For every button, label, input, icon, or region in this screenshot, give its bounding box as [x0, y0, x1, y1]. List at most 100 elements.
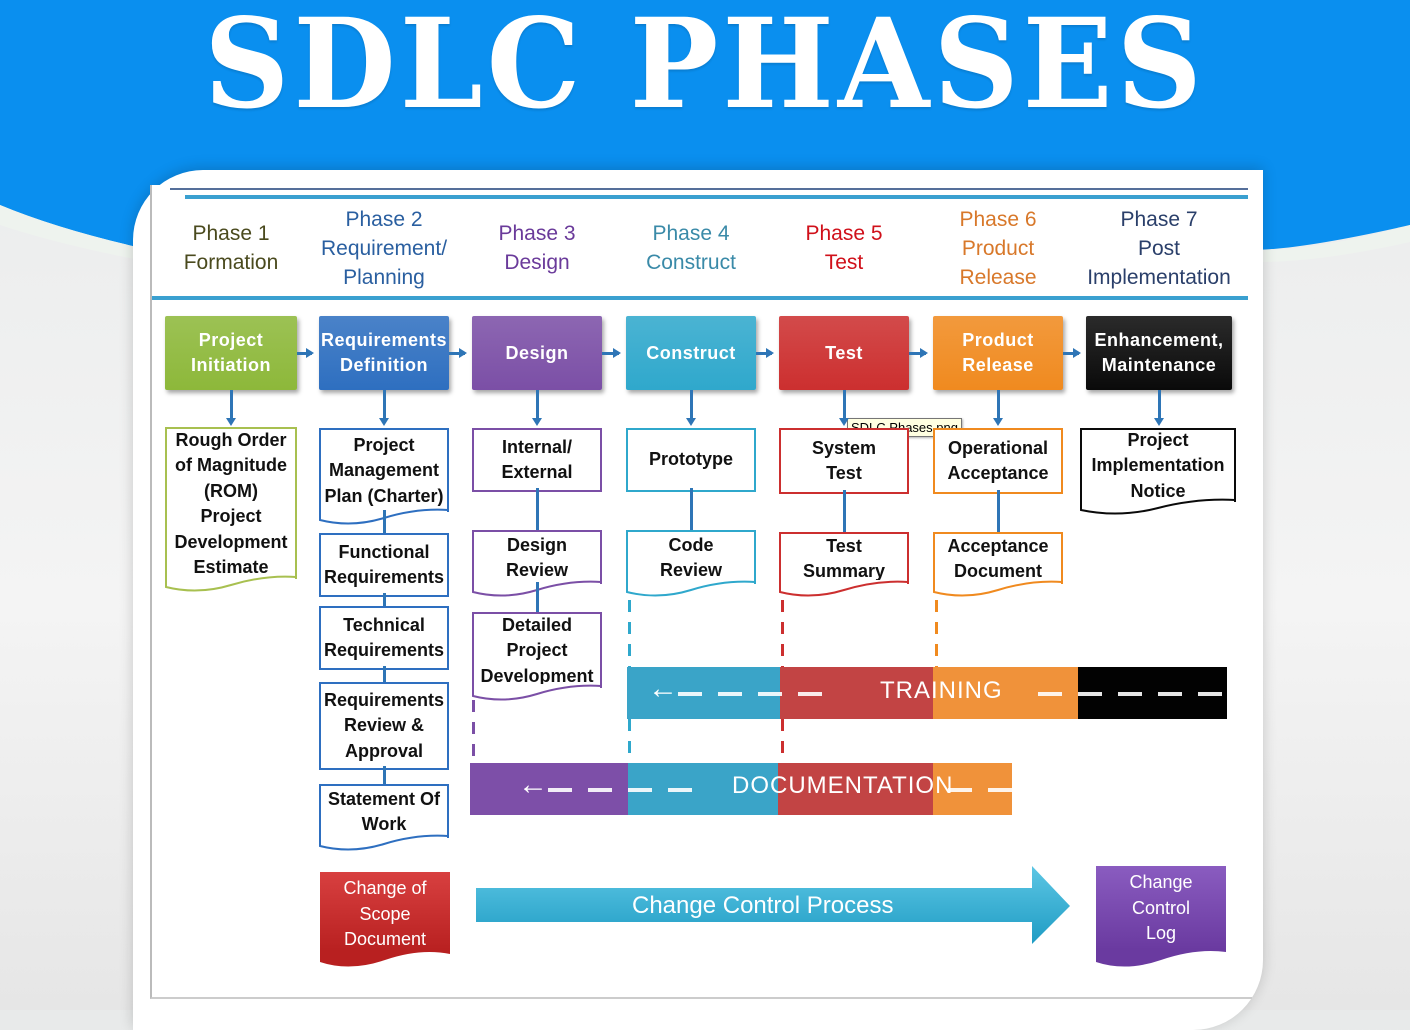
phase5-doc-connector-1 [843, 490, 846, 532]
doc-dashes-dash [588, 788, 612, 792]
doc-dashes-dash [548, 788, 572, 792]
phase4-deliverable-2-wave [626, 580, 756, 597]
phase7-deliverable-1[interactable]: Project Implementation Notice [1080, 428, 1236, 515]
phase7-deliverable-1-label: Project Implementation Notice [1091, 429, 1225, 501]
phase2-doc-connector-3 [383, 666, 386, 682]
phase6-doc-connector-1 [997, 490, 1000, 532]
change-control-process-label: Change Control Process [632, 892, 894, 919]
training-dashes-dash [798, 692, 822, 696]
band-guide-dash [628, 600, 631, 612]
phase2-deliverable-2[interactable]: Functional Requirements [319, 533, 449, 597]
phase-6-arrow-down-icon [993, 418, 1003, 426]
phase1-deliverable-1-label: Rough Order of Magnitude (ROM) Project D… [174, 429, 288, 578]
doc-dashes-dash [988, 788, 1012, 792]
phase-3-connector [536, 390, 539, 420]
phase5-deliverable-1[interactable]: System Test [779, 428, 909, 494]
phase5-deliverable-1-label: System Test [811, 437, 877, 484]
phase-7-arrow-down-icon [1154, 418, 1164, 426]
change-of-scope-label: Change of Scope Document [343, 878, 427, 949]
phase3-deliverable-1[interactable]: Internal/ External [472, 428, 602, 492]
phase2-deliverable-3[interactable]: Technical Requirements [319, 606, 449, 670]
band-guide-dash [472, 700, 475, 712]
band-guide-dash [935, 600, 938, 612]
phase4-deliverable-2[interactable]: Code Review [626, 530, 756, 597]
phase-7-connector [1158, 390, 1161, 420]
training-dashes-dash [1118, 692, 1142, 696]
change-control-log: Change Control Log [1096, 866, 1226, 950]
phase5-deliverable-2-label: Test Summary [802, 535, 886, 582]
training-dashes-dash [678, 692, 702, 696]
training-dashes-dash [718, 692, 742, 696]
training-dashes-dash [1198, 692, 1222, 696]
phase-1-to-2-arrow [297, 348, 314, 358]
phase4-deliverable-1-label: Prototype [648, 449, 733, 470]
phase-header-3: Phase 3 Design [498, 222, 576, 274]
training-label: TRAINING [880, 677, 1003, 704]
phase6-deliverable-2-label: Acceptance Document [947, 535, 1049, 582]
phase3-deliverable-3[interactable]: Detailed Project Development [472, 612, 602, 701]
phase6-deliverable-2-wave [933, 580, 1063, 597]
phase-2-arrow-down-icon [379, 418, 389, 426]
phase3-deliverable-2-label: Design Review [505, 534, 569, 581]
phase-5-connector [843, 390, 846, 420]
phase-box-6[interactable]: Product Release [933, 316, 1063, 390]
phase-header-5: Phase 5 Test [805, 222, 883, 274]
band-guide-dash [628, 622, 631, 634]
phase-box-1[interactable]: Project Initiation [165, 316, 297, 390]
phase5-deliverable-2[interactable]: Test Summary [779, 532, 909, 597]
phase3-deliverable-3-label: Detailed Project Development [480, 614, 594, 686]
band-guide-dash [781, 719, 784, 731]
training-dashes-dash [1038, 692, 1062, 696]
phase2-deliverable-5-label: Statement Of Work [327, 788, 441, 835]
training-dashes-dash [758, 692, 782, 696]
phase6-deliverable-1[interactable]: Operational Acceptance [933, 428, 1063, 494]
phase2-deliverable-1[interactable]: Project Management Plan (Charter) [319, 428, 449, 525]
phase2-doc-connector-2 [383, 593, 386, 606]
phase1-deliverable-1[interactable]: Rough Order of Magnitude (ROM) Project D… [165, 427, 297, 592]
phase2-deliverable-5[interactable]: Statement Of Work [319, 784, 449, 851]
phase-header-1: Phase 1 Formation [183, 222, 279, 274]
phase5-deliverable-2-wave [779, 580, 909, 597]
band-guide-dash [781, 741, 784, 753]
phase-6-to-7-arrow [1063, 348, 1081, 358]
phase-5-to-6-arrow [909, 348, 928, 358]
phase6-deliverable-2[interactable]: Acceptance Document [933, 532, 1063, 597]
phase-2-connector [383, 390, 386, 420]
phase3-deliverable-2[interactable]: Design Review [472, 530, 602, 597]
band-guide-dash [628, 719, 631, 731]
phase-1-arrow-down-icon [226, 418, 236, 426]
header-rule-top [185, 195, 1248, 199]
phase4-deliverable-1[interactable]: Prototype [626, 428, 756, 492]
doc-dashes-dash [628, 788, 652, 792]
phase-5-arrow-down-icon [839, 418, 849, 426]
phase1-deliverable-1-wave [165, 575, 297, 592]
phase-4-to-5-arrow [756, 348, 774, 358]
phase-box-2[interactable]: Requirements Definition [319, 316, 449, 390]
change-control-log-wave [1096, 948, 1226, 967]
training-dashes-dash [1078, 692, 1102, 696]
phase-box-7[interactable]: Enhancement, Maintenance [1086, 316, 1232, 390]
phase4-deliverable-2-label: Code Review [659, 534, 723, 581]
phase-box-3[interactable]: Design [472, 316, 602, 390]
band-guide-dash [472, 744, 475, 756]
band-guide-dash [628, 666, 631, 667]
band-guide-dash [935, 644, 938, 656]
phase2-deliverable-4[interactable]: Requirements Review & Approval [319, 682, 449, 770]
phase-box-4[interactable]: Construct [626, 316, 756, 390]
phase3-doc-connector-1 [536, 488, 539, 530]
change-of-scope-document: Change of Scope Document [320, 872, 450, 952]
phase2-deliverable-2-label: Functional Requirements [323, 541, 445, 588]
doc-dashes-dash [668, 788, 692, 792]
phase-box-5[interactable]: Test [779, 316, 909, 390]
band-guide-dash [628, 741, 631, 753]
training-arrow-left-icon: ← [648, 672, 678, 705]
band-guide-dash [472, 722, 475, 734]
phase2-deliverable-5-wave [319, 834, 449, 851]
phase2-deliverable-1-label: Project Management Plan (Charter) [324, 434, 444, 506]
phase2-deliverable-4-label: Requirements Review & Approval [323, 689, 445, 761]
phase-header-4: Phase 4 Construct [646, 222, 736, 274]
band-guide-dash [935, 622, 938, 634]
band-guide-dash [628, 644, 631, 656]
phase-header-7: Phase 7 Post Implementation [1087, 208, 1231, 289]
change-of-scope-wave [320, 950, 450, 967]
